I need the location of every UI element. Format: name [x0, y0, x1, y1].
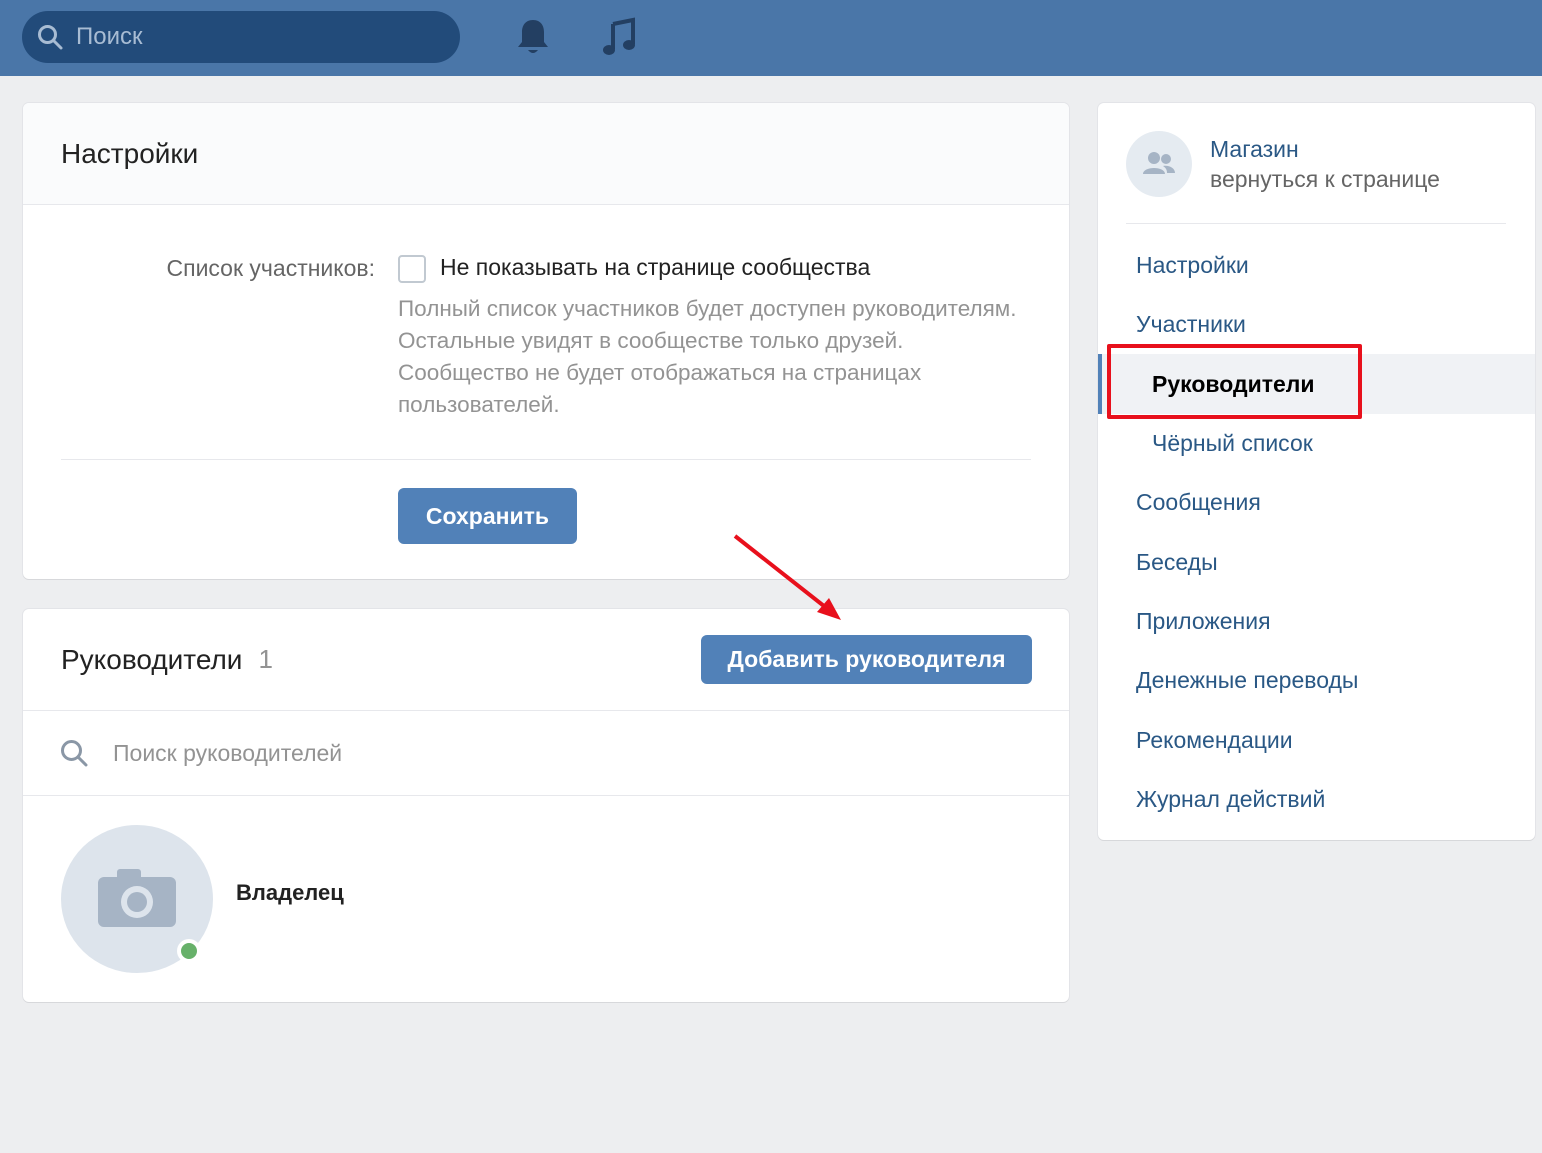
- leaders-search-placeholder: Поиск руководителей: [113, 739, 343, 766]
- users-icon: [1143, 152, 1175, 174]
- nav-item-apps[interactable]: Приложения: [1098, 591, 1535, 651]
- settings-title: Настройки: [61, 137, 199, 169]
- divider: [1126, 223, 1506, 224]
- community-nav: Магазин вернуться к странице Настройки У…: [1098, 103, 1535, 840]
- add-leader-button[interactable]: Добавить руководителя: [701, 635, 1032, 684]
- leaders-search-input[interactable]: Поиск руководителей: [23, 711, 1069, 796]
- community-link[interactable]: Магазин вернуться к странице: [1126, 131, 1440, 197]
- nav-item-settings[interactable]: Настройки: [1098, 235, 1535, 295]
- hide-members-checkbox-label[interactable]: Не показывать на странице сообщества: [440, 254, 870, 281]
- top-bar: Поиск: [0, 0, 1542, 76]
- leaders-card: Руководители 1 Добавить руководителя Пои…: [23, 609, 1069, 1002]
- divider: [61, 459, 1031, 460]
- community-avatar: [1126, 131, 1192, 197]
- search-icon: [38, 25, 63, 50]
- highlight-box: [1107, 344, 1362, 419]
- search-icon: [61, 740, 88, 767]
- search-input[interactable]: Поиск: [22, 11, 460, 63]
- nav-item-money-transfers[interactable]: Денежные переводы: [1098, 650, 1535, 710]
- leader-role: Владелец: [236, 880, 344, 905]
- save-button[interactable]: Сохранить: [398, 488, 577, 544]
- annotation-arrow-icon: [733, 534, 841, 620]
- nav-item-messages[interactable]: Сообщения: [1098, 472, 1535, 532]
- online-status-dot: [177, 939, 201, 963]
- bell-icon[interactable]: [514, 16, 552, 58]
- community-name[interactable]: Магазин: [1210, 134, 1440, 164]
- nav-item-action-log[interactable]: Журнал действий: [1098, 769, 1535, 829]
- settings-header: Настройки: [23, 103, 1069, 205]
- leaders-count: 1: [258, 644, 273, 674]
- nav-item-blacklist[interactable]: Чёрный список: [1098, 413, 1535, 473]
- leaders-title: Руководители: [61, 643, 243, 675]
- back-to-page-link[interactable]: вернуться к странице: [1210, 164, 1440, 194]
- nav-item-recommendations[interactable]: Рекомендации: [1098, 710, 1535, 770]
- hide-members-checkbox[interactable]: [398, 255, 426, 283]
- search-placeholder: Поиск: [76, 23, 143, 50]
- settings-card: Настройки Список участников: Не показыва…: [23, 103, 1069, 579]
- members-hint-text: Полный список участников будет доступен …: [398, 296, 1017, 417]
- nav-item-chats[interactable]: Беседы: [1098, 532, 1535, 592]
- music-icon[interactable]: [601, 16, 639, 58]
- members-list-label: Список участников:: [166, 255, 376, 281]
